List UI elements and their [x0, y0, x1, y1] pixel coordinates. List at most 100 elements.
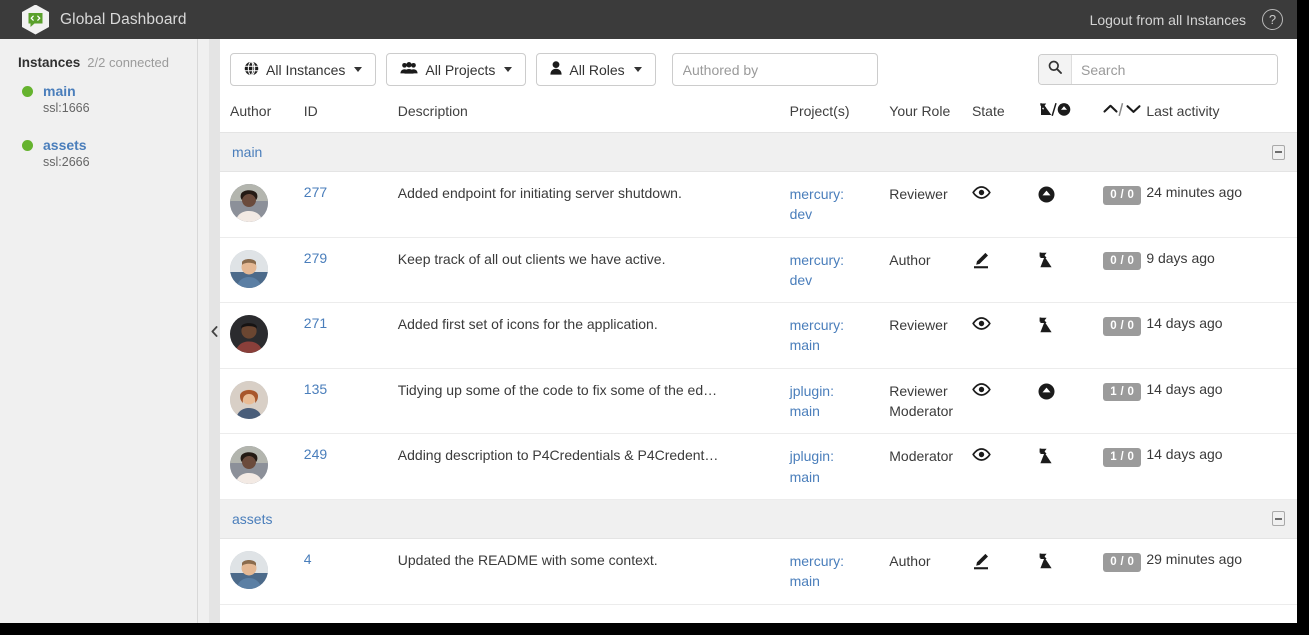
project-branch-link[interactable]: main — [790, 401, 890, 421]
table-row[interactable]: 279 Keep track of all out clients we hav… — [220, 237, 1297, 303]
review-id-link[interactable]: 4 — [304, 551, 312, 567]
logout-link[interactable]: Logout from all Instances — [1090, 12, 1246, 28]
review-id-link[interactable]: 271 — [304, 315, 327, 331]
project-link[interactable]: jplugin: — [790, 446, 890, 466]
cell-projects: mercury: main — [790, 538, 890, 604]
table-row[interactable]: 135 Tidying up some of the code to fix s… — [220, 368, 1297, 434]
column-header-flag-slash-circle[interactable] — [1038, 86, 1104, 133]
cell-description: Tidying up some of the code to fix some … — [398, 368, 790, 434]
project-link[interactable]: mercury: — [790, 250, 890, 270]
column-header-id[interactable]: ID — [304, 86, 398, 133]
cell-badge: 0 / 0 — [1103, 303, 1146, 369]
role-label: Reviewer — [889, 184, 972, 204]
filter-all-roles-button[interactable]: All Roles — [536, 53, 655, 86]
role-label: Author — [889, 551, 972, 571]
sidebar: Instances 2/2 connected main ssl:1666 as… — [0, 39, 209, 623]
review-id-link[interactable]: 249 — [304, 446, 327, 462]
table-row[interactable]: 249 Adding description to P4Credentials … — [220, 434, 1297, 500]
filter-all-projects-button[interactable]: All Projects — [386, 53, 526, 86]
project-link[interactable]: mercury: — [790, 315, 890, 335]
top-header-bar: Global Dashboard Logout from all Instanc… — [0, 0, 1297, 39]
group-label[interactable]: assets — [232, 511, 272, 527]
project-branch-link[interactable]: main — [790, 335, 890, 355]
project-branch-link[interactable]: dev — [790, 270, 890, 290]
column-header-description[interactable]: Description — [398, 86, 790, 133]
table-row[interactable]: 4 Updated the README with some context. … — [220, 538, 1297, 604]
circle-up-icon — [1038, 186, 1104, 206]
column-header-up-down-votes[interactable] — [1103, 86, 1146, 133]
instance-name[interactable]: main — [43, 83, 76, 99]
filter-all-instances-button[interactable]: All Instances — [230, 53, 376, 86]
magnifier-icon — [1048, 60, 1062, 79]
project-branch-link[interactable]: dev — [790, 204, 890, 224]
sidebar-item-assets[interactable]: assets ssl:2666 — [0, 137, 209, 169]
column-header-your-role[interactable]: Your Role — [889, 86, 972, 133]
table-row[interactable]: 271 Added first set of icons for the app… — [220, 303, 1297, 369]
cell-vote — [1038, 237, 1104, 303]
project-link[interactable]: jplugin: — [790, 381, 890, 401]
question-mark-circle-icon[interactable]: ? — [1262, 9, 1283, 30]
column-header-author[interactable]: Author — [220, 86, 304, 133]
cell-vote — [1038, 303, 1104, 369]
cell-your-role: Reviewer Moderator — [889, 368, 972, 434]
project-branch-link[interactable]: main — [790, 571, 890, 591]
circle-up-icon — [1038, 383, 1104, 403]
status-badge: 1 / 0 — [1103, 448, 1141, 467]
role-label: Reviewer — [889, 381, 972, 401]
cell-your-role: Reviewer — [889, 303, 972, 369]
minus-box-icon[interactable] — [1272, 145, 1285, 160]
cell-badge: 1 / 0 — [1103, 434, 1146, 500]
project-link[interactable]: mercury: — [790, 184, 890, 204]
cell-badge: 0 / 0 — [1103, 538, 1146, 604]
flag-slash-circle-icon — [1038, 104, 1078, 120]
cell-id: 271 — [304, 303, 398, 369]
review-id-link[interactable]: 277 — [304, 184, 327, 200]
cell-author — [220, 538, 304, 604]
cell-description: Updated the README with some context. — [398, 538, 790, 604]
search-input[interactable] — [1072, 55, 1277, 84]
column-header-state[interactable]: State — [972, 86, 1038, 133]
column-header-projects[interactable]: Project(s) — [790, 86, 890, 133]
cell-last-activity: 9 days ago — [1146, 237, 1297, 303]
pencil-icon — [972, 252, 1038, 272]
project-branch-link[interactable]: main — [790, 467, 890, 487]
cell-your-role: Reviewer — [889, 172, 972, 238]
authored-by-input[interactable] — [672, 53, 878, 86]
flag-icon — [1038, 448, 1104, 467]
avatar — [230, 381, 268, 419]
sidebar-item-main[interactable]: main ssl:1666 — [0, 83, 209, 115]
avatar — [230, 551, 268, 589]
role-label: Author — [889, 250, 972, 270]
table-row[interactable]: 277 Added endpoint for initiating server… — [220, 172, 1297, 238]
code-chat-hexagon-logo-icon — [22, 5, 49, 35]
sidebar-heading-label: Instances — [18, 55, 80, 70]
column-header-last-activity[interactable]: Last activity — [1146, 86, 1297, 133]
review-id-link[interactable]: 279 — [304, 250, 327, 266]
status-badge: 1 / 0 — [1103, 383, 1141, 402]
group-header-row-assets[interactable]: assets — [220, 499, 1297, 538]
filter-label: All Instances — [266, 62, 345, 78]
group-header-row-main[interactable]: main — [220, 133, 1297, 172]
globe-icon — [244, 61, 259, 79]
cell-your-role: Moderator — [889, 434, 972, 500]
project-link[interactable]: mercury: — [790, 551, 890, 571]
cell-id: 279 — [304, 237, 398, 303]
search-button[interactable] — [1039, 55, 1072, 84]
cell-description: Added endpoint for initiating server shu… — [398, 172, 790, 238]
cell-vote — [1038, 368, 1104, 434]
eye-icon — [972, 448, 1038, 464]
instance-name[interactable]: assets — [43, 137, 87, 153]
avatar — [230, 250, 268, 288]
status-dot-icon — [22, 86, 33, 97]
sidebar-collapse-handle[interactable] — [209, 39, 220, 623]
cell-state — [972, 172, 1038, 238]
cell-state — [972, 237, 1038, 303]
review-id-link[interactable]: 135 — [304, 381, 327, 397]
cell-id: 135 — [304, 368, 398, 434]
cell-state — [972, 434, 1038, 500]
brand[interactable]: Global Dashboard — [22, 5, 187, 35]
minus-box-icon[interactable] — [1272, 511, 1285, 526]
cell-description: Keep track of all out clients we have ac… — [398, 237, 790, 303]
cell-description: Adding description to P4Credentials & P4… — [398, 434, 790, 500]
group-label[interactable]: main — [232, 144, 262, 160]
